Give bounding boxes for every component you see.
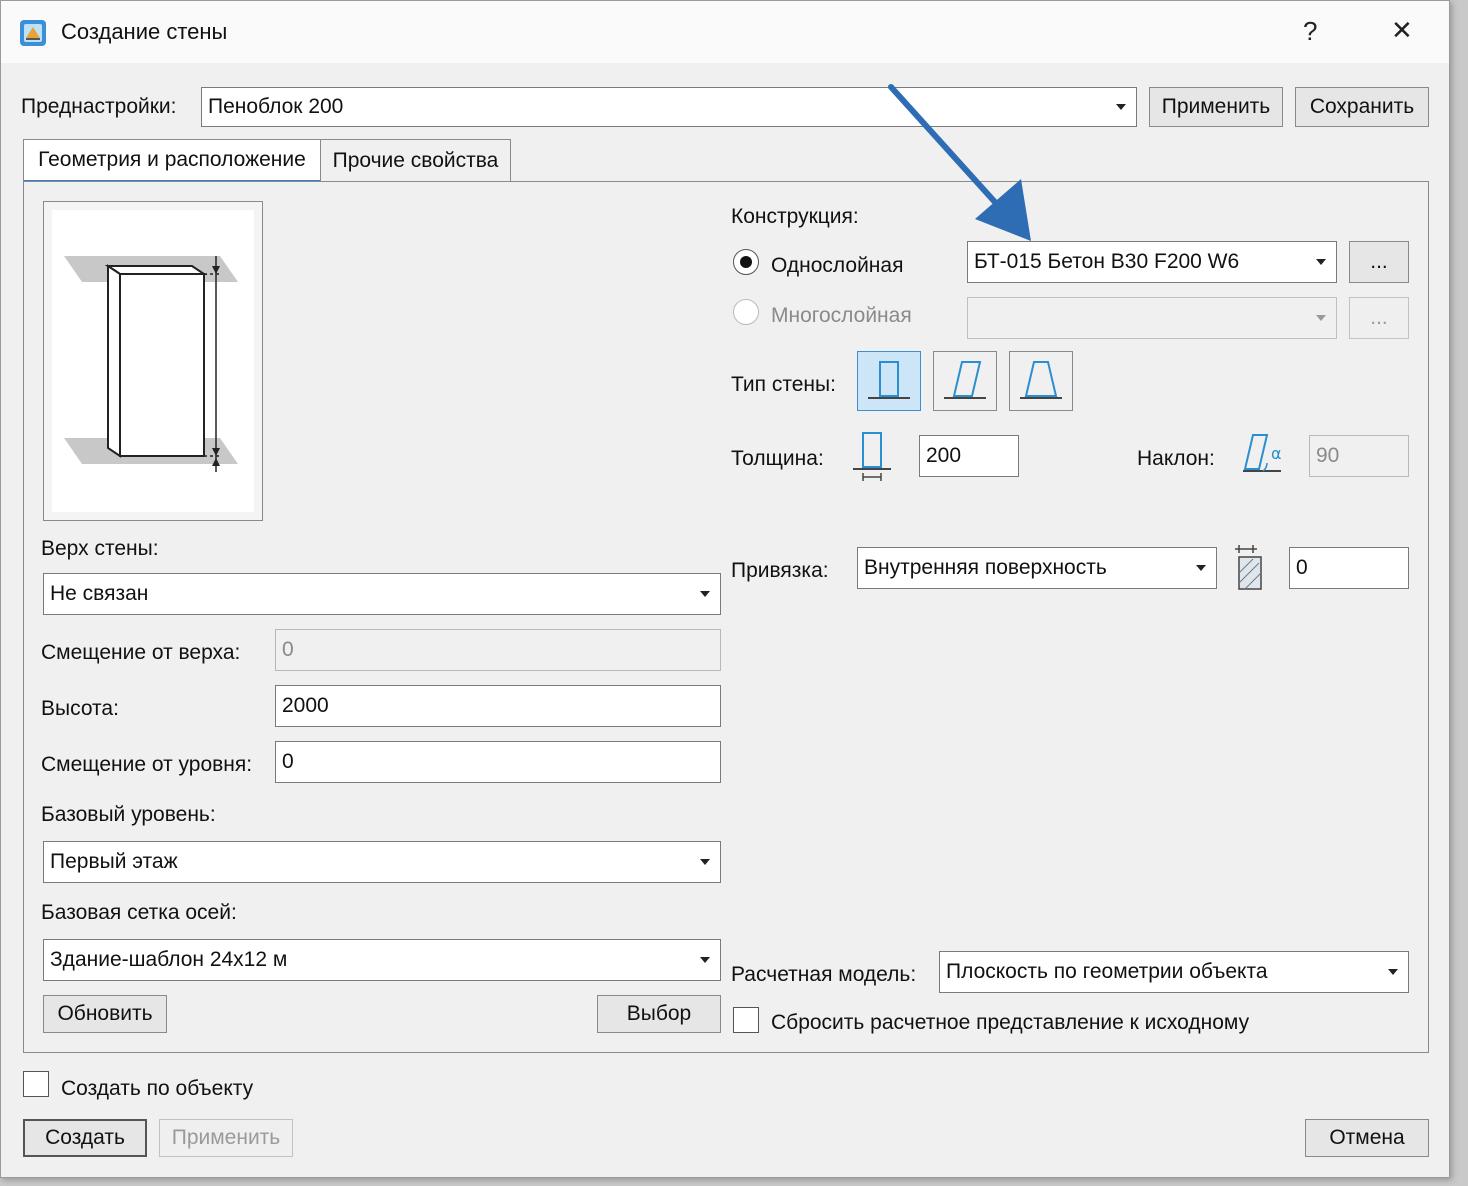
select-button[interactable]: Выбор xyxy=(597,995,721,1033)
base-level-label: Базовый уровень: xyxy=(41,803,216,826)
annotation-arrow xyxy=(888,84,1031,241)
thickness-icon xyxy=(851,431,893,485)
calc-model-label: Расчетная модель: xyxy=(731,963,917,986)
grid-value: Здание-шаблон 24x12 м xyxy=(50,948,288,971)
multi-layer-radio[interactable] xyxy=(733,299,759,325)
wall-vertical-icon xyxy=(868,361,910,399)
height-label: Высота: xyxy=(41,697,119,720)
binding-offset-input[interactable]: 0 xyxy=(1289,547,1409,589)
wall-inclined-icon xyxy=(944,361,986,399)
grid-combobox[interactable]: Здание-шаблон 24x12 м xyxy=(43,939,721,981)
dialog-window: Создание стены ? ✕ Преднастройки: Пенобл… xyxy=(0,0,1450,1178)
slope-label: Наклон: xyxy=(1137,447,1215,470)
refresh-button[interactable]: Обновить xyxy=(43,995,167,1033)
wall-type-inclined-button[interactable] xyxy=(933,351,997,411)
slope-input[interactable]: 90 xyxy=(1309,435,1409,477)
chevron-down-icon xyxy=(1316,259,1326,265)
chevron-down-icon xyxy=(1196,565,1206,571)
height-input[interactable]: 2000 xyxy=(275,685,721,727)
calc-model-value: Плоскость по геометрии объекта xyxy=(946,960,1268,983)
app-icon xyxy=(19,19,47,47)
level-offset-input[interactable]: 0 xyxy=(275,741,721,783)
svg-text:α: α xyxy=(1271,444,1282,463)
thickness-input[interactable]: 200 xyxy=(919,435,1019,477)
top-wall-combobox[interactable]: Не связан xyxy=(43,573,721,615)
window-title: Создание стены xyxy=(61,19,228,44)
wall-type-label: Тип стены: xyxy=(731,373,836,396)
binding-icon xyxy=(1231,543,1271,593)
presets-save-button[interactable]: Сохранить xyxy=(1295,87,1429,127)
wall-preview-icon xyxy=(52,210,254,512)
base-level-combobox[interactable]: Первый этаж xyxy=(43,841,721,883)
chevron-down-icon xyxy=(1116,104,1126,110)
binding-value: Внутренняя поверхность xyxy=(864,556,1107,579)
grid-label: Базовая сетка осей: xyxy=(41,901,237,924)
wall-trapezoid-icon xyxy=(1020,361,1062,399)
base-level-value: Первый этаж xyxy=(50,850,178,873)
binding-label: Привязка: xyxy=(731,559,829,582)
presets-label: Преднастройки: xyxy=(21,95,177,118)
thickness-label: Толщина: xyxy=(731,447,824,470)
top-offset-input[interactable]: 0 xyxy=(275,629,721,671)
top-wall-label: Верх стены: xyxy=(41,537,159,560)
chevron-down-icon xyxy=(1316,315,1326,321)
tab-other-properties[interactable]: Прочие свойства xyxy=(320,139,511,181)
presets-value: Пеноблок 200 xyxy=(208,95,344,118)
single-layer-radio[interactable] xyxy=(733,249,759,275)
reset-calc-checkbox[interactable] xyxy=(733,1007,759,1033)
close-button[interactable]: ✕ xyxy=(1391,15,1413,46)
tab-geometry[interactable]: Геометрия и расположение xyxy=(23,139,321,182)
wall-type-trapezoid-button[interactable] xyxy=(1009,351,1073,411)
chevron-down-icon xyxy=(700,957,710,963)
single-layer-browse-button[interactable]: ... xyxy=(1349,241,1409,283)
top-offset-label: Смещение от верха: xyxy=(41,641,241,664)
presets-apply-button[interactable]: Применить xyxy=(1149,87,1283,127)
slope-icon: α xyxy=(1241,431,1289,479)
multi-layer-combobox[interactable] xyxy=(967,297,1337,339)
help-button[interactable]: ? xyxy=(1303,16,1317,47)
binding-combobox[interactable]: Внутренняя поверхность xyxy=(857,547,1217,589)
apply-button[interactable]: Применить xyxy=(159,1119,293,1157)
multi-layer-label: Многослойная xyxy=(771,304,912,327)
create-button[interactable]: Создать xyxy=(23,1119,147,1157)
cancel-button[interactable]: Отмена xyxy=(1305,1119,1429,1157)
create-by-object-label: Создать по объекту xyxy=(61,1077,254,1100)
create-by-object-checkbox[interactable] xyxy=(23,1071,49,1097)
wall-type-vertical-button[interactable] xyxy=(857,351,921,411)
chevron-down-icon xyxy=(1388,969,1398,975)
level-offset-label: Смещение от уровня: xyxy=(41,753,253,776)
top-wall-value: Не связан xyxy=(50,582,149,605)
calc-model-combobox[interactable]: Плоскость по геометрии объекта xyxy=(939,951,1409,993)
wall-preview-frame xyxy=(43,201,263,521)
construction-label: Конструкция: xyxy=(731,205,859,228)
multi-layer-browse-button[interactable]: ... xyxy=(1349,297,1409,339)
chevron-down-icon xyxy=(700,591,710,597)
reset-calc-label: Сбросить расчетное представление к исход… xyxy=(771,1011,1250,1034)
chevron-down-icon xyxy=(700,859,710,865)
